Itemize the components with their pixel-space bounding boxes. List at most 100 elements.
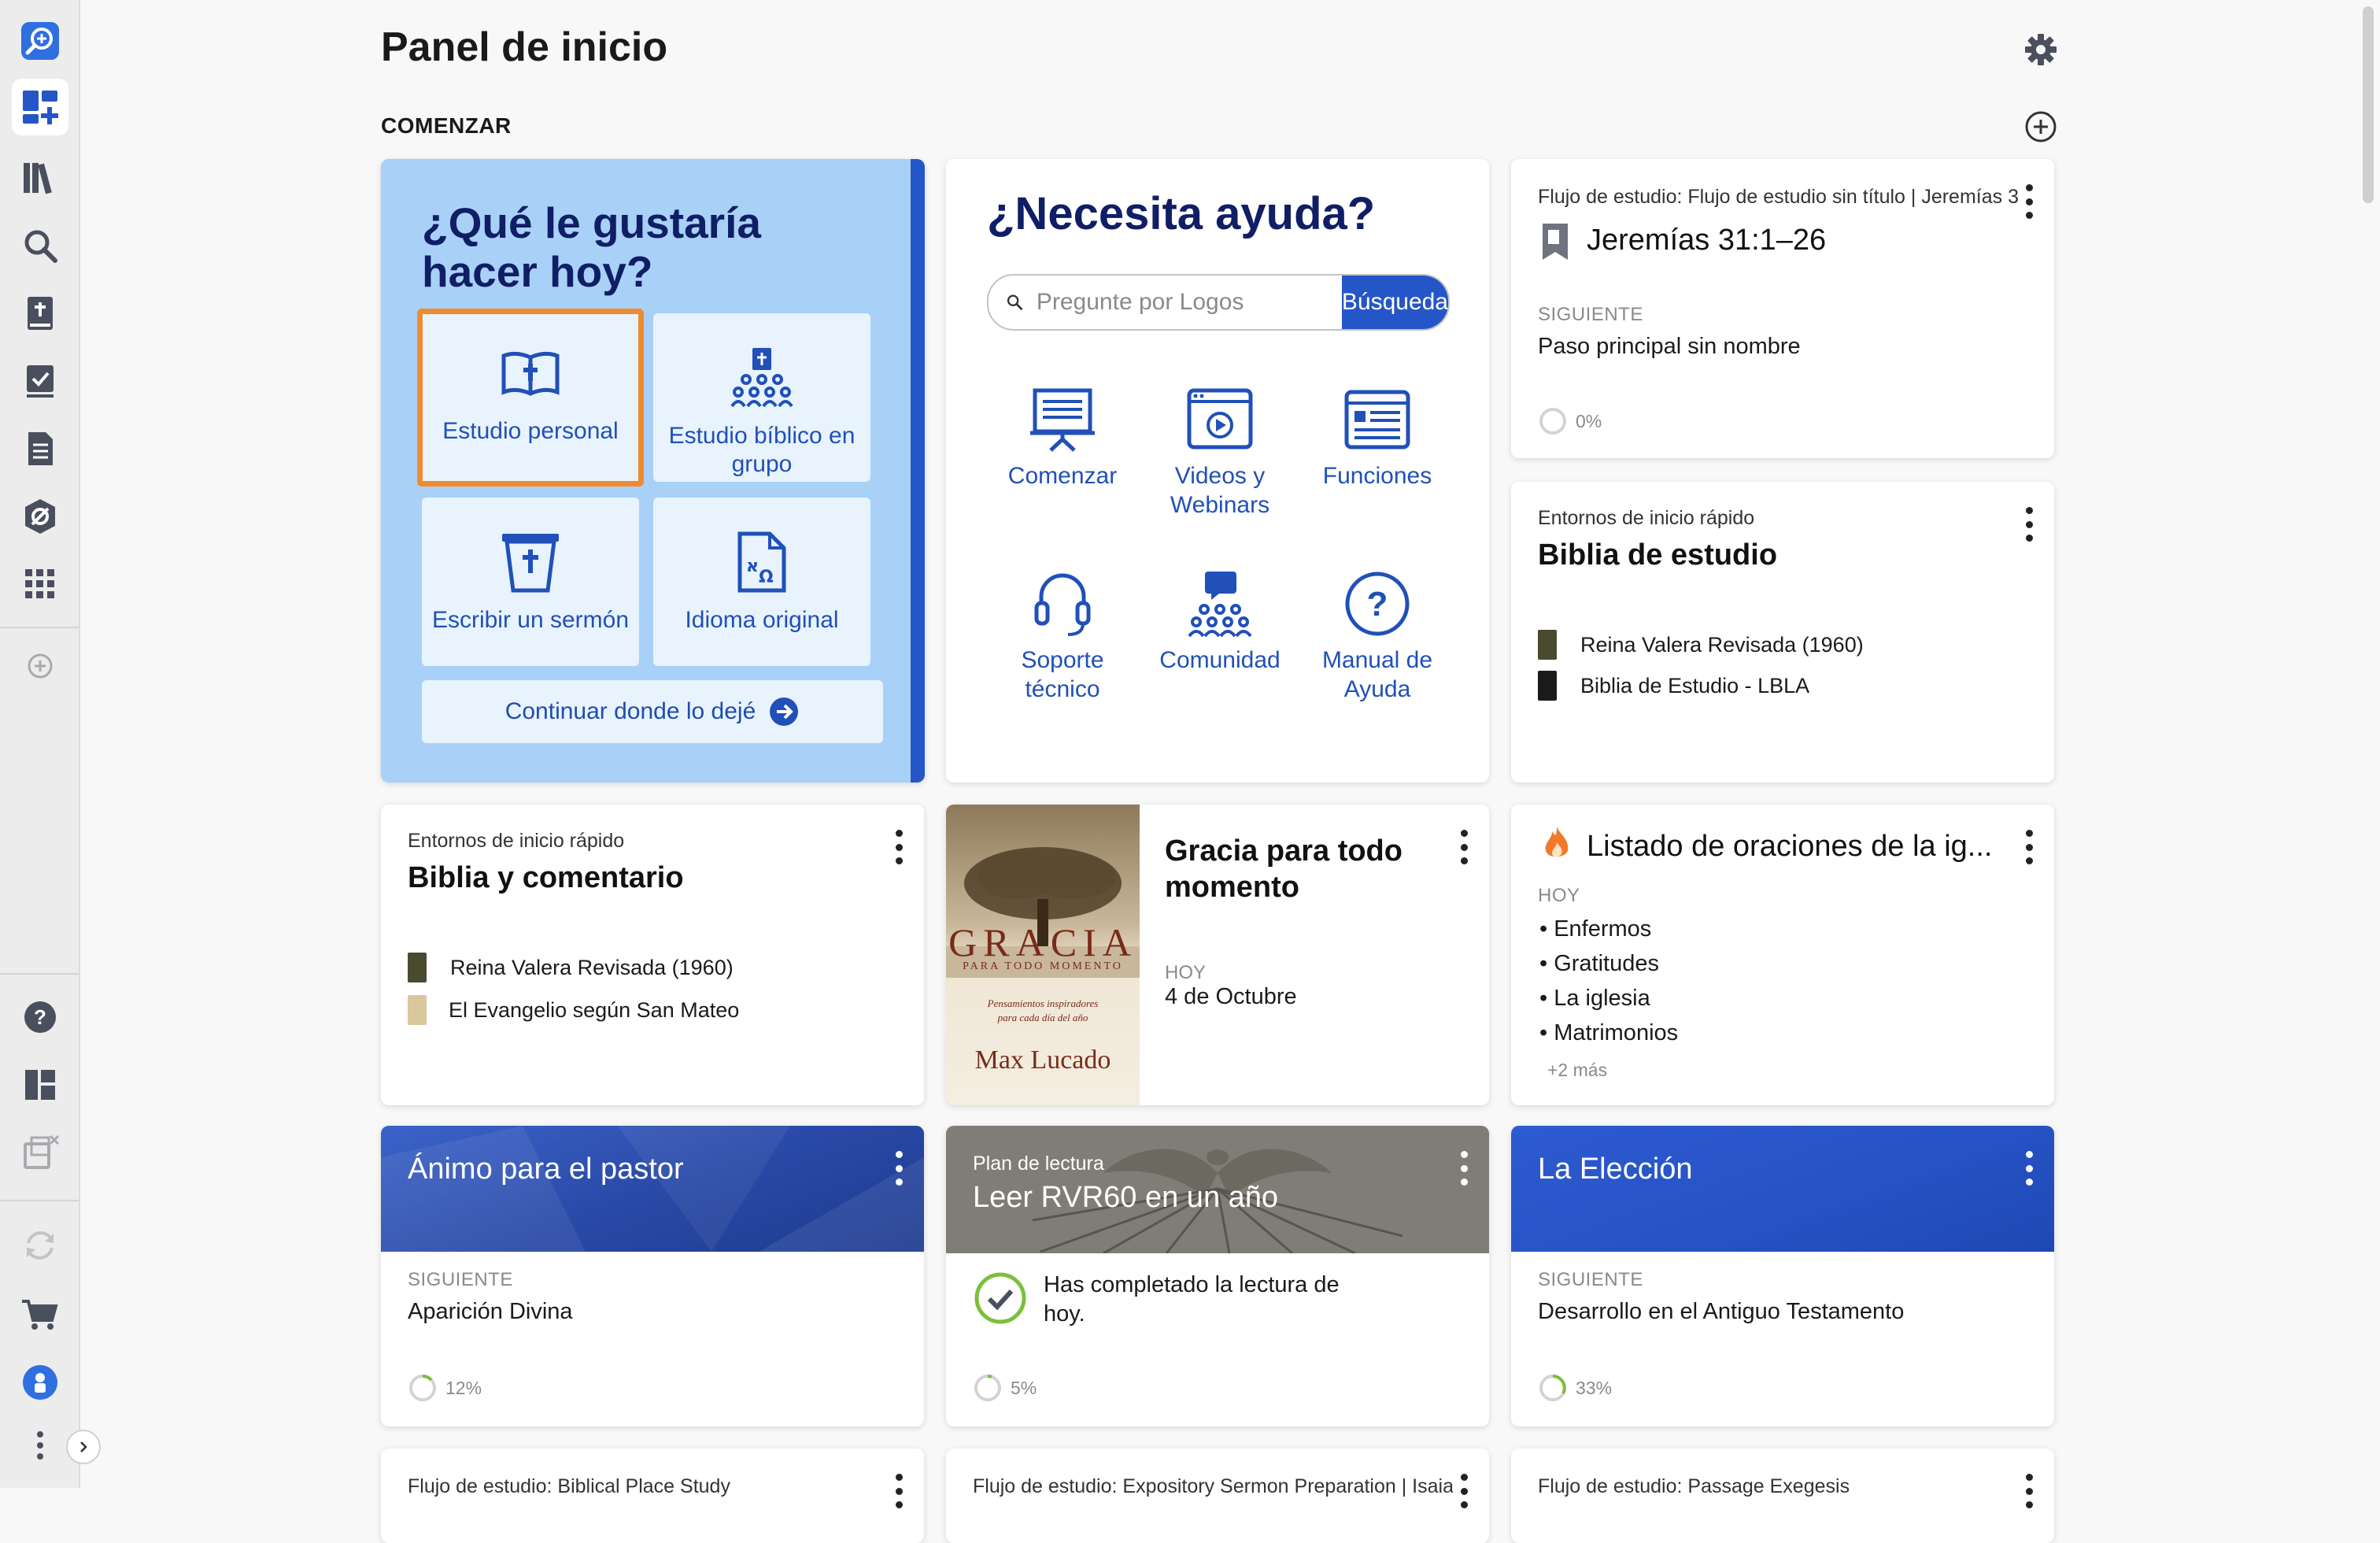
sync-icon[interactable] [12, 1217, 68, 1274]
more-items: +2 más [1547, 1060, 1608, 1080]
pastor-progress: 12% [408, 1373, 482, 1403]
next-step: Aparición Divina [408, 1299, 573, 1324]
continue-where-left-button[interactable]: Continuar donde lo dejé [422, 680, 883, 743]
election-progress: 33% [1538, 1373, 1612, 1403]
help-item-community[interactable]: Comunidad [1141, 568, 1299, 675]
add-card-button[interactable] [2023, 109, 2059, 145]
open-bible-icon [501, 351, 560, 396]
account-icon[interactable] [12, 1354, 68, 1411]
kebab-menu-icon[interactable] [2020, 1151, 2038, 1186]
prayer-list-card[interactable]: Listado de oraciones de la ig... HOY • E… [1511, 805, 2054, 1105]
svg-text:Ω: Ω [759, 568, 774, 587]
tile-original-language[interactable]: אΩ Idioma original [653, 498, 870, 666]
today-label: HOY [1165, 962, 1207, 983]
book-cover-icon [1538, 630, 1557, 660]
help-item-getting-started[interactable]: Comenzar [984, 384, 1141, 490]
next-label: SIGUIENTE [408, 1269, 513, 1290]
resource-item[interactable]: Reina Valera Revisada (1960) [408, 953, 734, 982]
election-card[interactable]: La Elección SIGUIENTE Desarrollo en el A… [1511, 1126, 2054, 1426]
expand-sidebar-button[interactable] [66, 1430, 101, 1464]
page-scrollbar[interactable] [2363, 6, 2374, 203]
help-item-tech-support[interactable]: Soporte técnico [984, 568, 1141, 704]
help-icon[interactable]: ? [12, 989, 68, 1045]
kebab-menu-icon[interactable] [1454, 1151, 1473, 1186]
quick-start-commentary-card[interactable]: Entornos de inicio rápido Biblia y comen… [381, 805, 924, 1105]
progress-ring-icon [409, 1375, 436, 1401]
help-search-button[interactable]: Búsqueda [1341, 276, 1448, 329]
community-icon [1188, 572, 1252, 638]
kebab-menu-icon[interactable] [889, 1474, 908, 1508]
sidebar-divider [0, 1200, 79, 1201]
card-title: Listado de oraciones de la ig... [1587, 830, 1993, 863]
library-icon[interactable] [12, 150, 68, 206]
svg-text:א: א [746, 557, 759, 576]
help-item-help-manual[interactable]: ? Manual de Ayuda [1299, 568, 1456, 704]
presentation-icon [1030, 388, 1095, 452]
pulpit-icon [502, 534, 559, 593]
kebab-menu-icon[interactable] [889, 830, 908, 864]
help-item-videos[interactable]: Videos y Webinars [1141, 384, 1299, 520]
apps-grid-icon[interactable] [12, 556, 68, 612]
progress-text: 33% [1576, 1377, 1613, 1398]
resource-item[interactable]: El Evangelio según San Mateo [408, 995, 739, 1025]
workflow-passage: Jeremías 31:1–26 [1587, 224, 1827, 257]
tile-group-study[interactable]: Estudio bíblico en grupo [653, 313, 870, 482]
resource-label: Reina Valera Revisada (1960) [450, 955, 734, 979]
devotional-date: 4 de Octubre [1165, 984, 1297, 1009]
help-title: ¿Necesita ayuda? [987, 188, 1376, 239]
layouts-icon[interactable] [12, 1056, 68, 1113]
workflow-card[interactable]: Flujo de estudio: Biblical Place Study [381, 1449, 924, 1543]
next-label: SIGUIENTE [1538, 304, 1643, 325]
next-step: Paso principal sin nombre [1538, 334, 1801, 359]
close-panels-icon[interactable] [12, 1124, 68, 1181]
workflow-card[interactable]: Flujo de estudio: Expository Sermon Prep… [946, 1449, 1489, 1543]
kebab-menu-icon[interactable] [1454, 1474, 1473, 1508]
factbook-icon[interactable] [12, 488, 68, 545]
workflow-progress: 0% [1538, 406, 1602, 436]
document-icon[interactable] [12, 420, 68, 477]
more-icon[interactable] [12, 1417, 68, 1474]
settings-button[interactable] [2021, 30, 2060, 69]
tile-label: Idioma original [685, 607, 839, 633]
bible-icon[interactable] [12, 285, 68, 342]
card-title: Biblia de estudio [1538, 538, 1778, 572]
kebab-menu-icon[interactable] [2020, 507, 2038, 542]
video-icon [1187, 388, 1253, 450]
add-circle-icon [2025, 111, 2057, 142]
passage-bookmark-icon [1541, 222, 1569, 261]
help-item-label: Videos y Webinars [1170, 463, 1270, 518]
features-icon [1344, 390, 1410, 450]
help-search-input[interactable] [1034, 288, 1342, 316]
dashboard-icon[interactable] [12, 79, 68, 135]
reading-plan-card[interactable]: Plan de lectura Leer RVR60 en un año Has… [946, 1126, 1489, 1426]
quick-start-study-bible-card[interactable]: Entornos de inicio rápido Biblia de estu… [1511, 482, 2054, 783]
tile-write-sermon[interactable]: Escribir un sermón [422, 498, 639, 666]
card-title: Leer RVR60 en un año [973, 1181, 1279, 1214]
logos-search-logo-icon[interactable] [12, 13, 68, 69]
pastor-encouragement-card[interactable]: Ánimo para el pastor SIGUIENTE Aparición… [381, 1126, 924, 1426]
kebab-menu-icon[interactable] [2020, 1474, 2038, 1508]
kebab-menu-icon[interactable] [2020, 184, 2038, 219]
tile-label: Estudio personal [442, 418, 619, 444]
devotional-card[interactable]: GRACIA PARA TODO MOMENTO Pensamientos in… [946, 805, 1489, 1105]
tasks-icon[interactable] [12, 353, 68, 409]
tile-personal-study[interactable]: Estudio personal [417, 309, 644, 487]
today-label: HOY [1538, 885, 1580, 906]
add-icon[interactable] [12, 638, 68, 694]
kebab-menu-icon[interactable] [2020, 830, 2038, 864]
help-item-features[interactable]: Funciones [1299, 384, 1456, 490]
arrow-right-circle-icon [770, 697, 799, 726]
svg-text:?: ? [1367, 585, 1388, 623]
resource-item[interactable]: Biblia de Estudio - LBLA [1538, 671, 1809, 701]
resource-item[interactable]: Reina Valera Revisada (1960) [1538, 630, 1864, 660]
cart-icon[interactable] [12, 1286, 68, 1343]
search-icon[interactable] [12, 217, 68, 274]
tile-label: Estudio bíblico en grupo [668, 423, 856, 477]
help-manual-icon: ? [1345, 572, 1410, 636]
workflow-card[interactable]: Flujo de estudio: Flujo de estudio sin t… [1511, 159, 2054, 458]
workflow-card[interactable]: Flujo de estudio: Passage Exegesis [1511, 1449, 2054, 1543]
kebab-menu-icon[interactable] [889, 1151, 908, 1186]
kebab-menu-icon[interactable] [1454, 830, 1473, 864]
next-label: SIGUIENTE [1538, 1269, 1643, 1290]
banner-pattern [381, 1126, 924, 1252]
